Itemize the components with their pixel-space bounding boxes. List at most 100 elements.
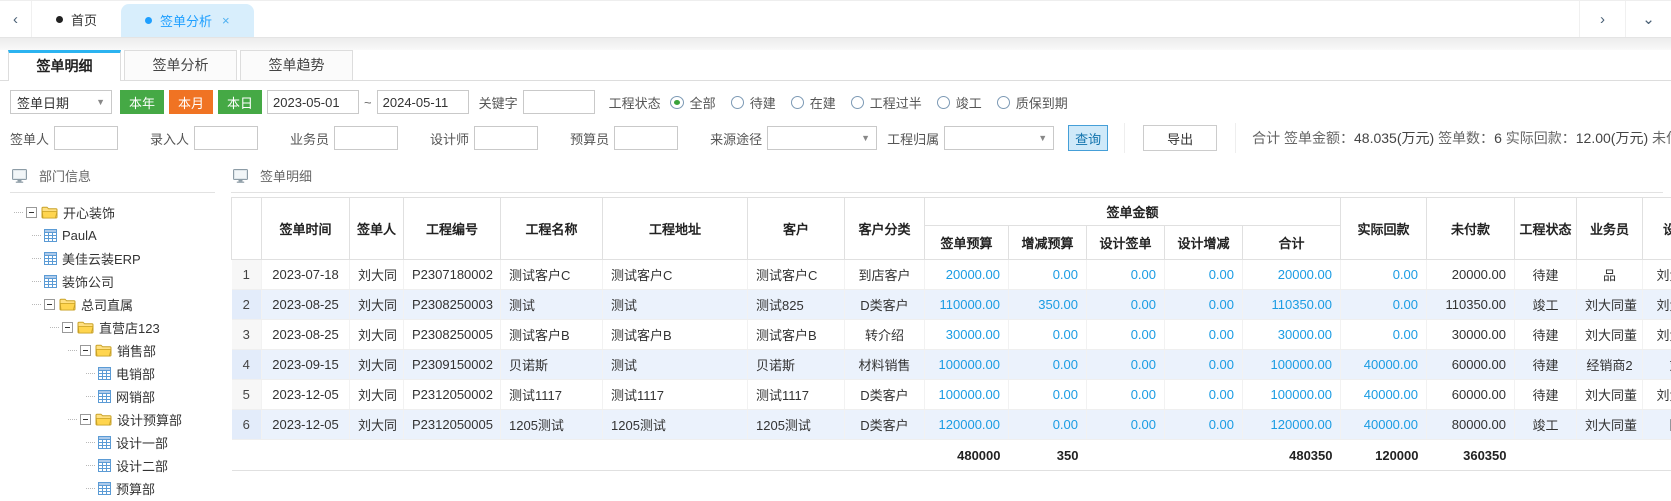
status-radio-6[interactable]: 质保到期 <box>997 93 1068 112</box>
quick-range-button-3[interactable]: 本日 <box>218 90 262 114</box>
tree-item-7[interactable]: 销售部 <box>14 339 223 362</box>
tab-menu-button[interactable]: ⌄ <box>1625 1 1671 37</box>
table-cell[interactable]: 0.00 <box>1087 320 1165 350</box>
table-cell[interactable]: 0.00 <box>1165 350 1243 380</box>
table-row[interactable]: 52023-12-05刘大同P2312050002测试1117测试1117测试1… <box>232 380 1671 410</box>
table-row[interactable]: 62023-12-05刘大同P23120500051205测试1205测试120… <box>232 410 1671 440</box>
status-radio-3[interactable]: 在建 <box>791 93 836 112</box>
table-cell[interactable]: 100000.00 <box>925 380 1009 410</box>
table-row[interactable]: 22023-08-25刘大同P2308250003测试测试测试825D类客户11… <box>232 290 1671 320</box>
column-header-8[interactable]: 客户分类 <box>845 198 925 260</box>
keyword-input[interactable] <box>523 90 595 114</box>
column-header-9[interactable]: 签单预算 <box>925 226 1009 260</box>
status-radio-1[interactable]: 全部 <box>670 93 716 112</box>
column-header-11[interactable]: 设计签单 <box>1087 226 1165 260</box>
table-cell[interactable]: 40000.00 <box>1341 410 1427 440</box>
table-cell[interactable]: 120000.00 <box>925 410 1009 440</box>
collapse-icon[interactable] <box>80 414 91 425</box>
column-header-6[interactable]: 工程地址 <box>603 198 748 260</box>
column-header-14[interactable]: 实际回款 <box>1341 198 1427 260</box>
date-from-input[interactable] <box>267 90 359 114</box>
table-cell[interactable]: 0.00 <box>1009 260 1087 290</box>
tree-item-6[interactable]: 直营店123 <box>14 316 223 339</box>
column-header-3[interactable]: 签单人 <box>350 198 404 260</box>
tree-item-3[interactable]: 美佳云装ERP <box>14 247 223 270</box>
table-cell[interactable]: 110000.00 <box>925 290 1009 320</box>
browser-tab-2[interactable]: 签单分析× <box>121 4 254 37</box>
table-cell[interactable]: 0.00 <box>1165 410 1243 440</box>
column-header-4[interactable]: 工程编号 <box>404 198 501 260</box>
column-header-15[interactable]: 未付款 <box>1427 198 1515 260</box>
subtab-3[interactable]: 签单趋势 <box>240 50 353 80</box>
column-header-17[interactable]: 业务员 <box>1577 198 1643 260</box>
column-header-10[interactable]: 增减预算 <box>1009 226 1087 260</box>
date-type-select[interactable]: 签单日期 ▼ <box>10 90 112 114</box>
tree-item-1[interactable]: 开心装饰 <box>14 201 223 224</box>
status-radio-2[interactable]: 待建 <box>731 93 776 112</box>
column-header-12[interactable]: 设计增减 <box>1165 226 1243 260</box>
subtab-2[interactable]: 签单分析 <box>124 50 237 80</box>
subtab-1[interactable]: 签单明细 <box>8 50 121 81</box>
export-button[interactable]: 导出 <box>1143 125 1217 151</box>
table-cell[interactable]: 0.00 <box>1341 320 1427 350</box>
table-cell[interactable]: 100000.00 <box>1243 350 1341 380</box>
column-header-16[interactable]: 工程状态 <box>1515 198 1577 260</box>
person-filter-input-3[interactable] <box>334 126 398 150</box>
tree-item-10[interactable]: 设计预算部 <box>14 408 223 431</box>
tree-item-4[interactable]: 装饰公司 <box>14 270 223 293</box>
close-icon[interactable]: × <box>222 13 230 28</box>
table-cell[interactable]: 30000.00 <box>925 320 1009 350</box>
table-cell[interactable]: 0.00 <box>1165 290 1243 320</box>
person-filter-input-5[interactable] <box>614 126 678 150</box>
table-cell[interactable]: 0.00 <box>1341 260 1427 290</box>
query-button[interactable]: 查询 <box>1068 125 1108 151</box>
collapse-icon[interactable] <box>26 207 37 218</box>
table-cell[interactable]: 0.00 <box>1087 410 1165 440</box>
date-to-input[interactable] <box>377 90 469 114</box>
tree-item-2[interactable]: PaulA <box>14 224 223 247</box>
table-cell[interactable]: 0.00 <box>1009 380 1087 410</box>
table-cell[interactable]: 0.00 <box>1341 290 1427 320</box>
tree-item-12[interactable]: 设计二部 <box>14 454 223 477</box>
dropdown-filter-select-2[interactable]: ▼ <box>944 126 1054 150</box>
person-filter-input-2[interactable] <box>194 126 258 150</box>
column-header-2[interactable]: 签单时间 <box>262 198 350 260</box>
column-header-18[interactable]: 设计师 <box>1643 198 1671 260</box>
table-cell[interactable]: 0.00 <box>1009 350 1087 380</box>
table-cell[interactable]: 20000.00 <box>1243 260 1341 290</box>
table-cell[interactable]: 0.00 <box>1009 320 1087 350</box>
tree-item-8[interactable]: 电销部 <box>14 362 223 385</box>
table-cell[interactable]: 40000.00 <box>1341 350 1427 380</box>
tree-item-13[interactable]: 预算部 <box>14 477 223 499</box>
table-row[interactable]: 32023-08-25刘大同P2308250005测试客户B测试客户B测试客户B… <box>232 320 1671 350</box>
table-row[interactable]: 42023-09-15刘大同P2309150002贝诺斯测试贝诺斯材料销售100… <box>232 350 1671 380</box>
table-cell[interactable]: 20000.00 <box>925 260 1009 290</box>
column-header-7[interactable]: 客户 <box>748 198 845 260</box>
table-cell[interactable]: 0.00 <box>1165 380 1243 410</box>
table-cell[interactable]: 0.00 <box>1165 260 1243 290</box>
table-cell[interactable]: 0.00 <box>1009 410 1087 440</box>
table-row[interactable]: 12023-07-18刘大同P2307180002测试客户C测试客户C测试客户C… <box>232 260 1671 290</box>
quick-range-button-1[interactable]: 本年 <box>120 90 164 114</box>
status-radio-4[interactable]: 工程过半 <box>851 93 922 112</box>
collapse-icon[interactable] <box>44 299 55 310</box>
collapse-icon[interactable] <box>62 322 73 333</box>
person-filter-input-1[interactable] <box>54 126 118 150</box>
dropdown-filter-select-1[interactable]: ▼ <box>767 126 877 150</box>
tree-item-9[interactable]: 网销部 <box>14 385 223 408</box>
table-cell[interactable]: 40000.00 <box>1341 380 1427 410</box>
table-cell[interactable]: 120000.00 <box>1243 410 1341 440</box>
table-cell[interactable]: 0.00 <box>1087 290 1165 320</box>
table-cell[interactable]: 30000.00 <box>1243 320 1341 350</box>
tree-item-11[interactable]: 设计一部 <box>14 431 223 454</box>
collapse-icon[interactable] <box>80 345 91 356</box>
scroll-tabs-right-button[interactable]: › <box>1579 1 1625 37</box>
tree-item-5[interactable]: 总司直属 <box>14 293 223 316</box>
status-radio-5[interactable]: 竣工 <box>937 93 982 112</box>
table-cell[interactable]: 0.00 <box>1087 350 1165 380</box>
column-header-1[interactable] <box>232 198 262 260</box>
column-header-5[interactable]: 工程名称 <box>501 198 603 260</box>
table-cell[interactable]: 0.00 <box>1087 260 1165 290</box>
table-cell[interactable]: 110350.00 <box>1243 290 1341 320</box>
table-cell[interactable]: 0.00 <box>1087 380 1165 410</box>
